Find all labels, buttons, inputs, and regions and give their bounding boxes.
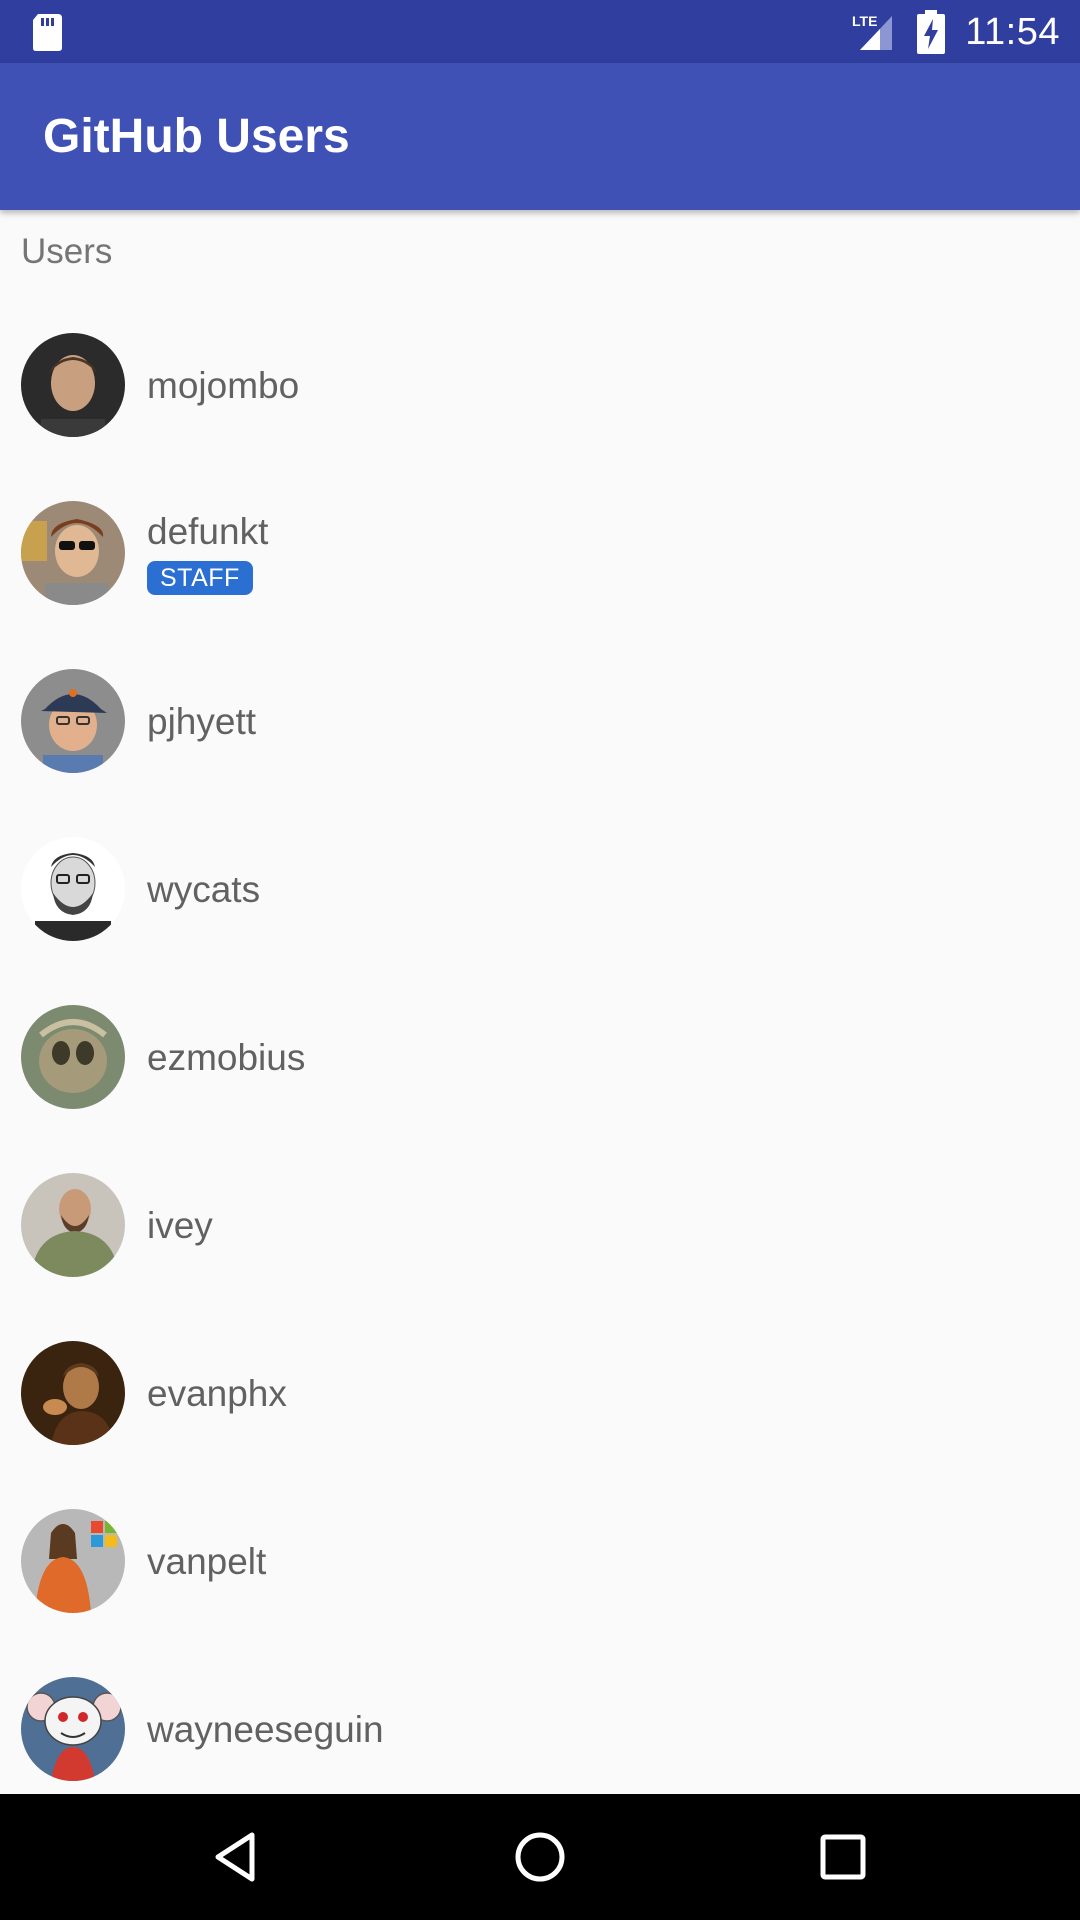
home-button[interactable] <box>450 1794 630 1920</box>
sd-card-icon <box>33 14 62 51</box>
battery-charging-icon <box>917 10 945 54</box>
user-list: mojombo defunkt STAFF pjhyett wycats ezm… <box>0 325 1080 1837</box>
app-bar: GitHub Users <box>0 63 1080 210</box>
avatar <box>21 1005 125 1109</box>
list-item[interactable]: mojombo <box>0 325 1080 493</box>
back-button[interactable] <box>146 1794 326 1920</box>
recents-button[interactable] <box>753 1794 933 1920</box>
avatar <box>21 1341 125 1445</box>
list-item[interactable]: vanpelt <box>0 1501 1080 1669</box>
page-title: GitHub Users <box>43 110 350 163</box>
list-item[interactable]: pjhyett <box>0 661 1080 829</box>
avatar <box>21 501 125 605</box>
status-bar: LTE 11:54 <box>0 0 1080 63</box>
username: defunkt <box>147 511 269 552</box>
username: ivey <box>147 1205 213 1246</box>
back-icon <box>215 1832 255 1882</box>
section-header: Users <box>21 232 113 271</box>
avatar <box>21 333 125 437</box>
svg-text:LTE: LTE <box>852 13 877 29</box>
username: evanphx <box>147 1373 287 1414</box>
home-icon <box>515 1832 565 1882</box>
recents-icon <box>820 1834 866 1880</box>
avatar <box>21 669 125 773</box>
list-item[interactable]: wycats <box>0 829 1080 997</box>
list-item[interactable]: defunkt STAFF <box>0 493 1080 661</box>
list-item[interactable]: ivey <box>0 1165 1080 1333</box>
username: pjhyett <box>147 701 257 742</box>
lte-signal-icon: LTE <box>852 13 892 50</box>
status-clock: 11:54 <box>965 11 1060 53</box>
username: wayneeseguin <box>147 1709 384 1750</box>
navigation-bar <box>0 1794 1080 1920</box>
username: wycats <box>147 869 261 910</box>
username: mojombo <box>147 365 300 406</box>
list-item[interactable]: evanphx <box>0 1333 1080 1501</box>
avatar <box>21 1509 125 1613</box>
list-item[interactable]: ezmobius <box>0 997 1080 1165</box>
avatar <box>21 1173 125 1277</box>
username: vanpelt <box>147 1541 267 1582</box>
staff-badge: STAFF <box>147 561 253 595</box>
username: ezmobius <box>147 1037 306 1078</box>
avatar <box>21 837 125 941</box>
avatar <box>21 1677 125 1781</box>
